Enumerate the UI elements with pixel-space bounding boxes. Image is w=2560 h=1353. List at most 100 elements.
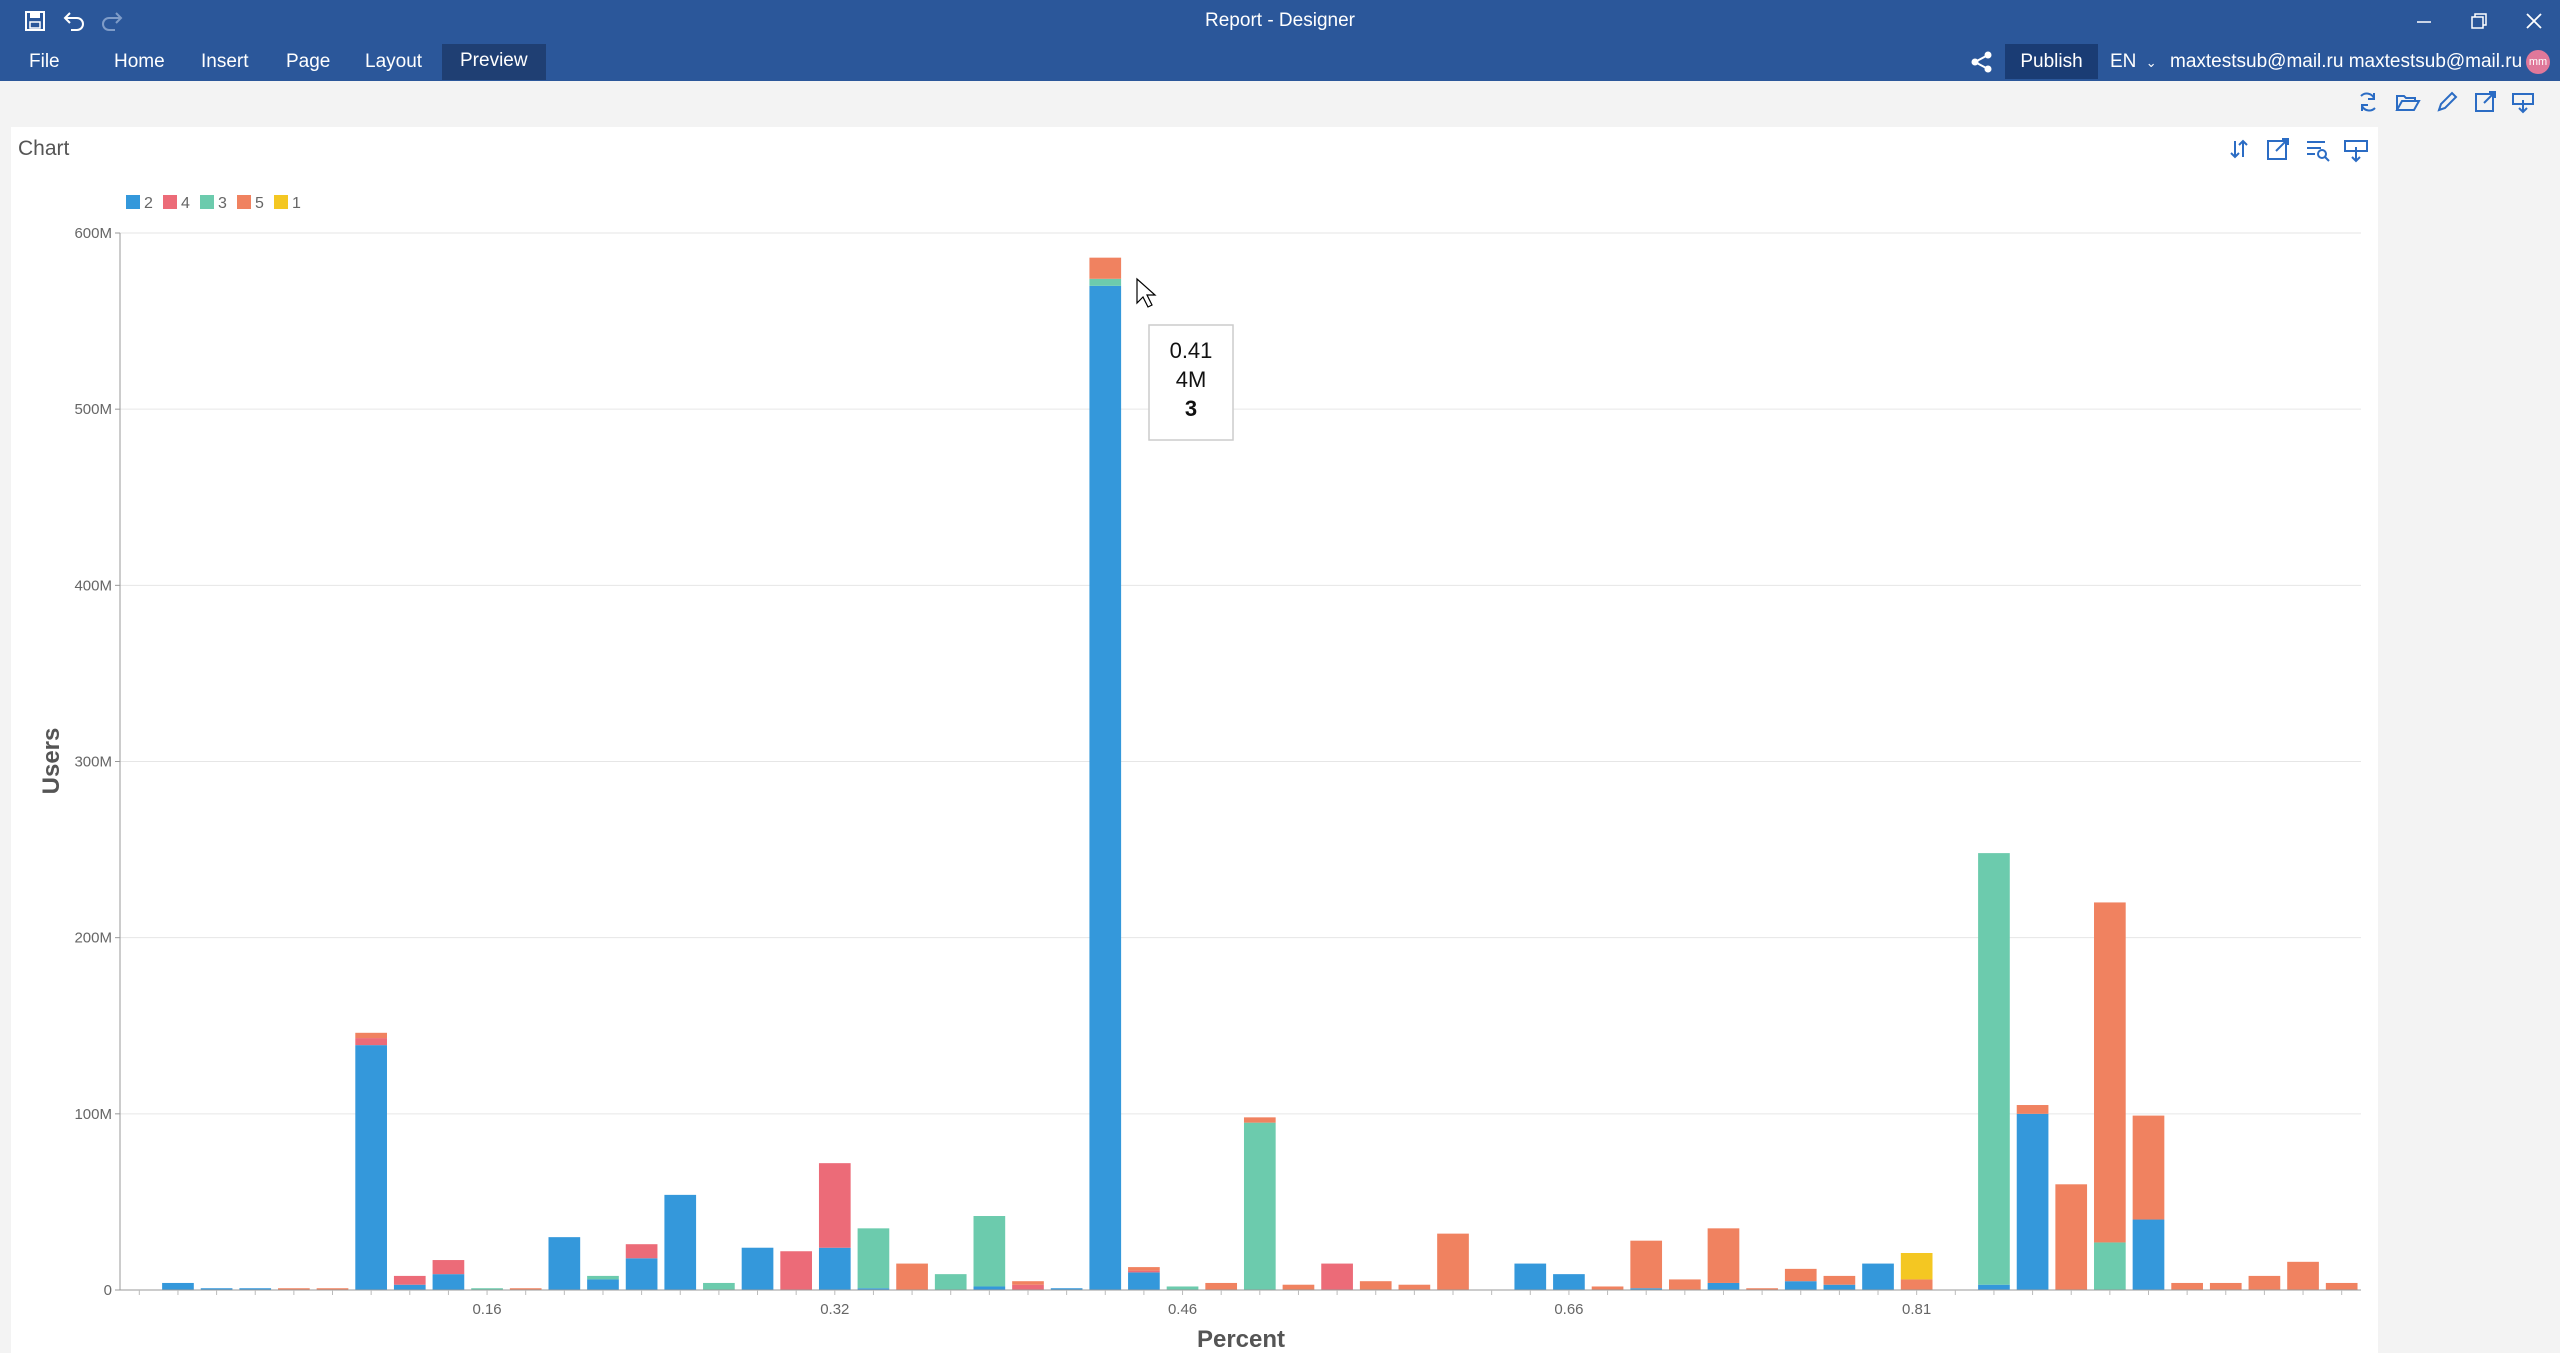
download-icon[interactable] — [2512, 93, 2534, 114]
bar-segment-5 — [2248, 1275, 2281, 1290]
edit-icon[interactable] — [2437, 91, 2458, 112]
menu-insert[interactable]: Insert — [183, 42, 267, 81]
x-tick-label: 0.32 — [820, 1301, 849, 1318]
chart-tooltip: 0.41 4M 3 — [1148, 324, 1234, 441]
bar-segment-4 — [625, 1244, 658, 1259]
bar-segment-5 — [355, 1032, 387, 1039]
legend-label: 2 — [144, 195, 153, 212]
tooltip-series: 3 — [1185, 396, 1197, 421]
bar-segment-3 — [703, 1282, 735, 1290]
bar-segment-5 — [2094, 902, 2126, 1243]
bar-segment-4 — [432, 1260, 465, 1275]
fullscreen-icon[interactable] — [2475, 91, 2496, 112]
bar-segment-5 — [1398, 1284, 1431, 1290]
bar-segment-4 — [818, 1163, 851, 1248]
cursor-icon — [1136, 277, 1157, 308]
refresh-icon[interactable] — [2360, 92, 2376, 112]
bar-segment-5 — [2132, 1115, 2165, 1220]
tooltip-x: 0.41 — [1170, 338, 1213, 363]
bar-segment-4 — [780, 1251, 813, 1290]
legend-label: 1 — [292, 195, 301, 212]
bar-segment-5 — [1707, 1228, 1740, 1283]
bar-segment-2 — [1553, 1274, 1585, 1290]
bar-segment-5 — [2055, 1184, 2088, 1290]
bar-chart: 2 4 3 5 1 0 100M 200M 300M 400M 500M 600M 0.16 0.32 0… — [38, 195, 2361, 1353]
bar-segment-2 — [2132, 1219, 2165, 1290]
legend-swatch — [163, 195, 177, 209]
menu-layout[interactable]: Layout — [347, 42, 440, 81]
bar-segment-3 — [934, 1274, 967, 1290]
menu-file[interactable]: File — [11, 42, 78, 81]
legend-swatch — [200, 195, 214, 209]
bar-segment-3 — [1166, 1286, 1199, 1290]
bar-segment-1 — [1900, 1253, 1933, 1280]
bar-segment-3 — [1978, 853, 2010, 1285]
y-tick-label: 500M — [74, 401, 112, 418]
bar-segment-2 — [1707, 1282, 1740, 1290]
bar-segment-3 — [2094, 1242, 2126, 1290]
bar-segment-5 — [1012, 1281, 1044, 1285]
bar-segment-4 — [1128, 1270, 1160, 1273]
bar-segment-5 — [1282, 1284, 1315, 1290]
bar-segment-5 — [1784, 1268, 1817, 1282]
bar-segment-3 — [857, 1228, 890, 1289]
bar-segment-5 — [1630, 1240, 1663, 1289]
bar-segment-5 — [2171, 1282, 2203, 1290]
bar-segment-5 — [1243, 1117, 1276, 1123]
y-tick-label: 300M — [74, 754, 112, 771]
user-name[interactable]: maxtestsub@mail.ru maxtestsub@mail.ru — [2170, 42, 2522, 81]
chevron-down-icon: ⌄ — [2145, 55, 2157, 70]
menu-bar: File Home Insert Page Layout Preview Pub… — [0, 42, 2560, 81]
x-tick-label: 0.46 — [1168, 1301, 1197, 1318]
chart-panel: Chart 24351 0 100M 200M 300M 400M 500M 600M 0.1… — [11, 127, 2378, 1353]
language-label: EN — [2110, 51, 2137, 72]
bar-segment-4 — [1321, 1263, 1353, 1290]
bar-segment-2 — [587, 1279, 619, 1290]
bar-segment-3 — [973, 1216, 1006, 1287]
menu-page[interactable]: Page — [268, 42, 348, 81]
bar-segment-5 — [896, 1263, 928, 1290]
avatar[interactable]: mm — [2526, 50, 2550, 74]
bar-segment-5 — [1089, 257, 1122, 279]
bar-segment-4 — [1012, 1284, 1044, 1290]
bar-segment-2 — [162, 1282, 194, 1290]
bar-segment-5 — [2325, 1282, 2358, 1290]
legend-label: 4 — [181, 195, 190, 212]
bar-segment-2 — [393, 1284, 426, 1290]
bar-segment-2 — [2016, 1113, 2049, 1290]
menu-home[interactable]: Home — [96, 42, 183, 81]
bar-segment-3 — [1089, 278, 1122, 286]
bar-segment-2 — [1089, 285, 1122, 1291]
legend-label: 3 — [218, 195, 227, 212]
bar-segment-2 — [548, 1237, 581, 1290]
menu-preview[interactable]: Preview — [442, 44, 546, 80]
y-tick-label: 100M — [74, 1106, 112, 1123]
publish-button[interactable]: Publish — [2005, 44, 2098, 79]
bar-segment-5 — [1668, 1279, 1701, 1290]
title-bar: Report - Designer — [0, 0, 2560, 42]
bar-segment-2 — [1823, 1284, 1856, 1290]
open-folder-icon[interactable] — [2395, 95, 2421, 111]
chart-grid — [120, 232, 2361, 1115]
share-icon[interactable] — [1968, 48, 1996, 76]
close-icon[interactable] — [2518, 5, 2550, 37]
language-selector[interactable]: EN ⌄ — [2110, 42, 2157, 81]
bar-segment-2 — [1784, 1281, 1817, 1290]
minimize-icon[interactable] — [2408, 5, 2440, 37]
window-title: Report - Designer — [1205, 10, 1355, 31]
bar-segment-2 — [1514, 1263, 1547, 1290]
restore-icon[interactable] — [2463, 5, 2495, 37]
bar-segment-3 — [1243, 1122, 1276, 1290]
chart-bars — [162, 257, 2358, 1291]
y-axis-title: Users — [38, 728, 65, 795]
y-tick-label: 200M — [74, 930, 112, 947]
y-tick-label: 400M — [74, 577, 112, 594]
x-axis-title: Percent — [1197, 1326, 1285, 1353]
bar-segment-2 — [1978, 1284, 2010, 1290]
bar-segment-2 — [741, 1247, 774, 1290]
bar-segment-2 — [432, 1274, 465, 1290]
legend-swatch — [274, 195, 288, 209]
bar-segment-3 — [587, 1275, 619, 1280]
bar-segment-5 — [2016, 1105, 2049, 1114]
bar-segment-2 — [818, 1247, 851, 1290]
